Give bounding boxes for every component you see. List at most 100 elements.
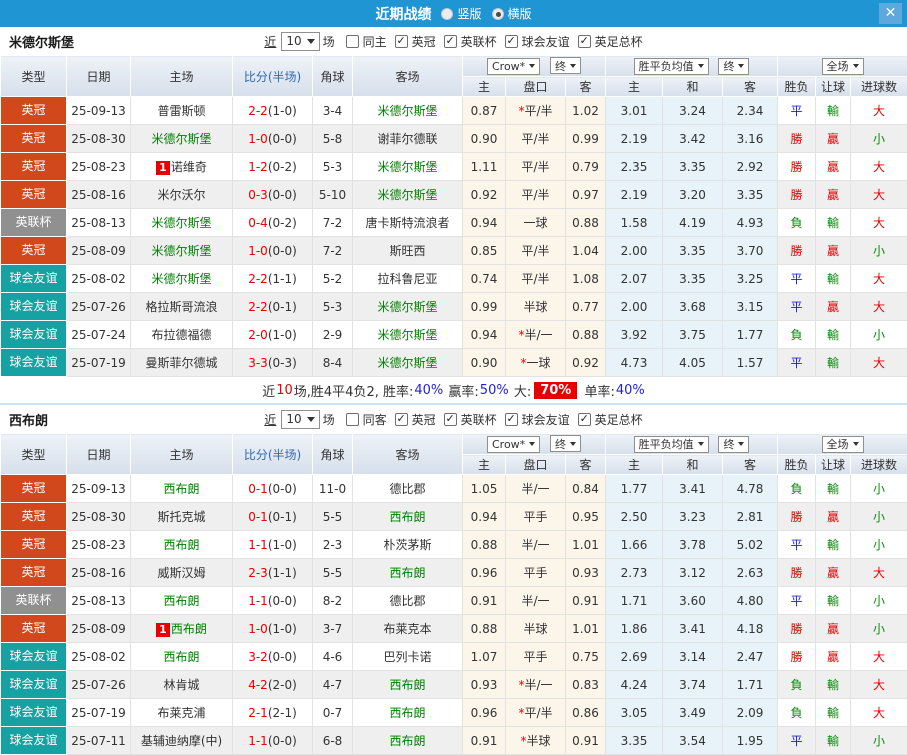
- comp-checkbox-league-cup[interactable]: ✓: [444, 35, 457, 48]
- halftime-score: (0-2): [268, 160, 297, 174]
- wdl-final-select[interactable]: 终: [718, 436, 749, 453]
- away-handicap-odds: 0.93: [566, 559, 606, 587]
- result-goals: 小: [851, 587, 907, 615]
- win-avg-odds: 2.00: [606, 237, 663, 265]
- win-avg-odds: 1.77: [606, 475, 663, 503]
- win-avg-odds: 4.24: [606, 671, 663, 699]
- lose-avg-odds: 3.25: [723, 265, 778, 293]
- odds-source-header: Crow* 终: [463, 434, 606, 455]
- corner-count: 3-4: [313, 97, 353, 125]
- same-venue-checkbox[interactable]: [346, 35, 359, 48]
- match-type-cell: 英冠: [1, 237, 67, 265]
- draw-avg-odds: 3.14: [663, 643, 723, 671]
- result-wdl: 勝: [778, 615, 816, 643]
- away-handicap-odds: 1.08: [566, 265, 606, 293]
- match-type-cell: 英冠: [1, 475, 67, 503]
- home-team: 普雷斯顿: [131, 97, 233, 125]
- fulltime-score: 0-1: [248, 510, 268, 524]
- result-goals: 小: [851, 503, 907, 531]
- wdl-avg-select[interactable]: 胜平负均值: [634, 436, 709, 453]
- match-count-select[interactable]: 10: [281, 32, 319, 51]
- odds-source-select[interactable]: Crow*: [487, 58, 540, 75]
- comp-checkbox-fa-cup[interactable]: ✓: [578, 35, 591, 48]
- halftime-score: (1-0): [268, 538, 297, 552]
- away-team-name: 米德尔斯堡: [377, 356, 437, 370]
- match-date: 25-07-11: [67, 727, 131, 755]
- match-type-badge: 球会友谊: [1, 293, 66, 320]
- away-team-name: 拉科鲁尼亚: [377, 272, 437, 286]
- handicap-line: *平/半: [506, 97, 566, 125]
- lose-avg-odds: 3.35: [723, 181, 778, 209]
- same-venue-checkbox[interactable]: [346, 413, 359, 426]
- home-handicap-odds: 0.74: [463, 265, 506, 293]
- score-cell: 1-0(0-0): [233, 125, 313, 153]
- wdl-final-select[interactable]: 终: [718, 58, 749, 75]
- home-handicap-odds: 0.92: [463, 181, 506, 209]
- scope-select[interactable]: 全场: [822, 436, 864, 453]
- comp-checkbox-friendly[interactable]: ✓: [505, 35, 518, 48]
- away-team: 米德尔斯堡: [353, 153, 463, 181]
- summary-segment: 赢率:: [444, 381, 479, 400]
- scope-select[interactable]: 全场: [822, 58, 864, 75]
- match-date: 25-08-09: [67, 615, 131, 643]
- fulltime-score: 2-2: [248, 272, 268, 286]
- handicap-line: 平手: [506, 559, 566, 587]
- draw-avg-odds: 3.60: [663, 587, 723, 615]
- result-wdl: 負: [778, 671, 816, 699]
- col-score: 比分(半场): [233, 56, 313, 97]
- scope-header: 全场: [778, 434, 907, 455]
- comp-checkbox-championship[interactable]: ✓: [395, 413, 408, 426]
- recent-link[interactable]: 近: [264, 411, 276, 428]
- odds-final-select[interactable]: 终: [550, 57, 581, 74]
- match-type-cell: 英联杯: [1, 587, 67, 615]
- home-handicap-odds: 0.96: [463, 699, 506, 727]
- lose-avg-odds: 4.93: [723, 209, 778, 237]
- match-row: 英冠25-08-30米德尔斯堡1-0(0-0)5-8谢菲尔德联0.90平/半0.…: [1, 125, 907, 153]
- corner-count: 2-3: [313, 531, 353, 559]
- match-date: 25-07-19: [67, 699, 131, 727]
- handicap-text: 平/半: [521, 132, 549, 146]
- win-avg-odds: 1.71: [606, 587, 663, 615]
- wdl-avg-select[interactable]: 胜平负均值: [634, 58, 709, 75]
- result-handicap: 贏: [816, 181, 851, 209]
- away-handicap-odds: 0.97: [566, 181, 606, 209]
- home-team-name: 普雷斯顿: [157, 104, 205, 118]
- col-corner: 角球: [313, 434, 353, 475]
- odds-source-header: Crow* 终: [463, 56, 606, 77]
- win-avg-odds: 3.35: [606, 727, 663, 755]
- layout-radio-vertical[interactable]: 竖版: [441, 5, 481, 22]
- recent-link[interactable]: 近: [264, 33, 276, 50]
- odds-source-select[interactable]: Crow*: [487, 436, 540, 453]
- halftime-score: (1-0): [268, 104, 297, 118]
- result-wdl: 負: [778, 321, 816, 349]
- col-home-odds: 主: [463, 455, 506, 475]
- odds-final-select[interactable]: 终: [550, 435, 581, 452]
- comp-checkbox-league-cup[interactable]: ✓: [444, 413, 457, 426]
- away-handicap-odds: 0.88: [566, 321, 606, 349]
- team-section-home: 米德尔斯堡 近 10 场 同主 ✓ 英冠 ✓ 英联杯 ✓ 球会友谊 ✓ 英足总杯: [0, 27, 907, 405]
- draw-avg-odds: 3.20: [663, 181, 723, 209]
- away-team: 米德尔斯堡: [353, 349, 463, 377]
- home-team: 米德尔斯堡: [131, 265, 233, 293]
- halftime-score: (1-1): [268, 272, 297, 286]
- away-team-name: 西布朗: [389, 566, 425, 580]
- panel-title: 近期战绩: [375, 4, 431, 24]
- comp-checkbox-friendly[interactable]: ✓: [505, 413, 518, 426]
- comp-checkbox-fa-cup[interactable]: ✓: [578, 413, 591, 426]
- match-row: 球会友谊25-08-02米德尔斯堡2-2(1-1)5-2拉科鲁尼亚0.74平/半…: [1, 265, 907, 293]
- close-button[interactable]: ✕: [879, 3, 902, 24]
- match-date: 25-08-16: [67, 181, 131, 209]
- handicap-text: 平/半: [521, 188, 549, 202]
- comp-checkbox-championship[interactable]: ✓: [395, 35, 408, 48]
- handicap-text: 半球: [526, 734, 550, 748]
- layout-radio-horizontal[interactable]: 横版: [492, 5, 532, 22]
- result-handicap: 輸: [816, 587, 851, 615]
- match-row: 球会友谊25-07-19曼斯菲尔德城3-3(0-3)8-4米德尔斯堡0.90*一…: [1, 349, 907, 377]
- result-handicap: 贏: [816, 643, 851, 671]
- match-count-select[interactable]: 10: [281, 410, 319, 429]
- result-goals: 小: [851, 321, 907, 349]
- draw-avg-odds: 3.35: [663, 153, 723, 181]
- result-wdl: 勝: [778, 125, 816, 153]
- home-team: 西布朗: [131, 475, 233, 503]
- halftime-score: (0-0): [268, 132, 297, 146]
